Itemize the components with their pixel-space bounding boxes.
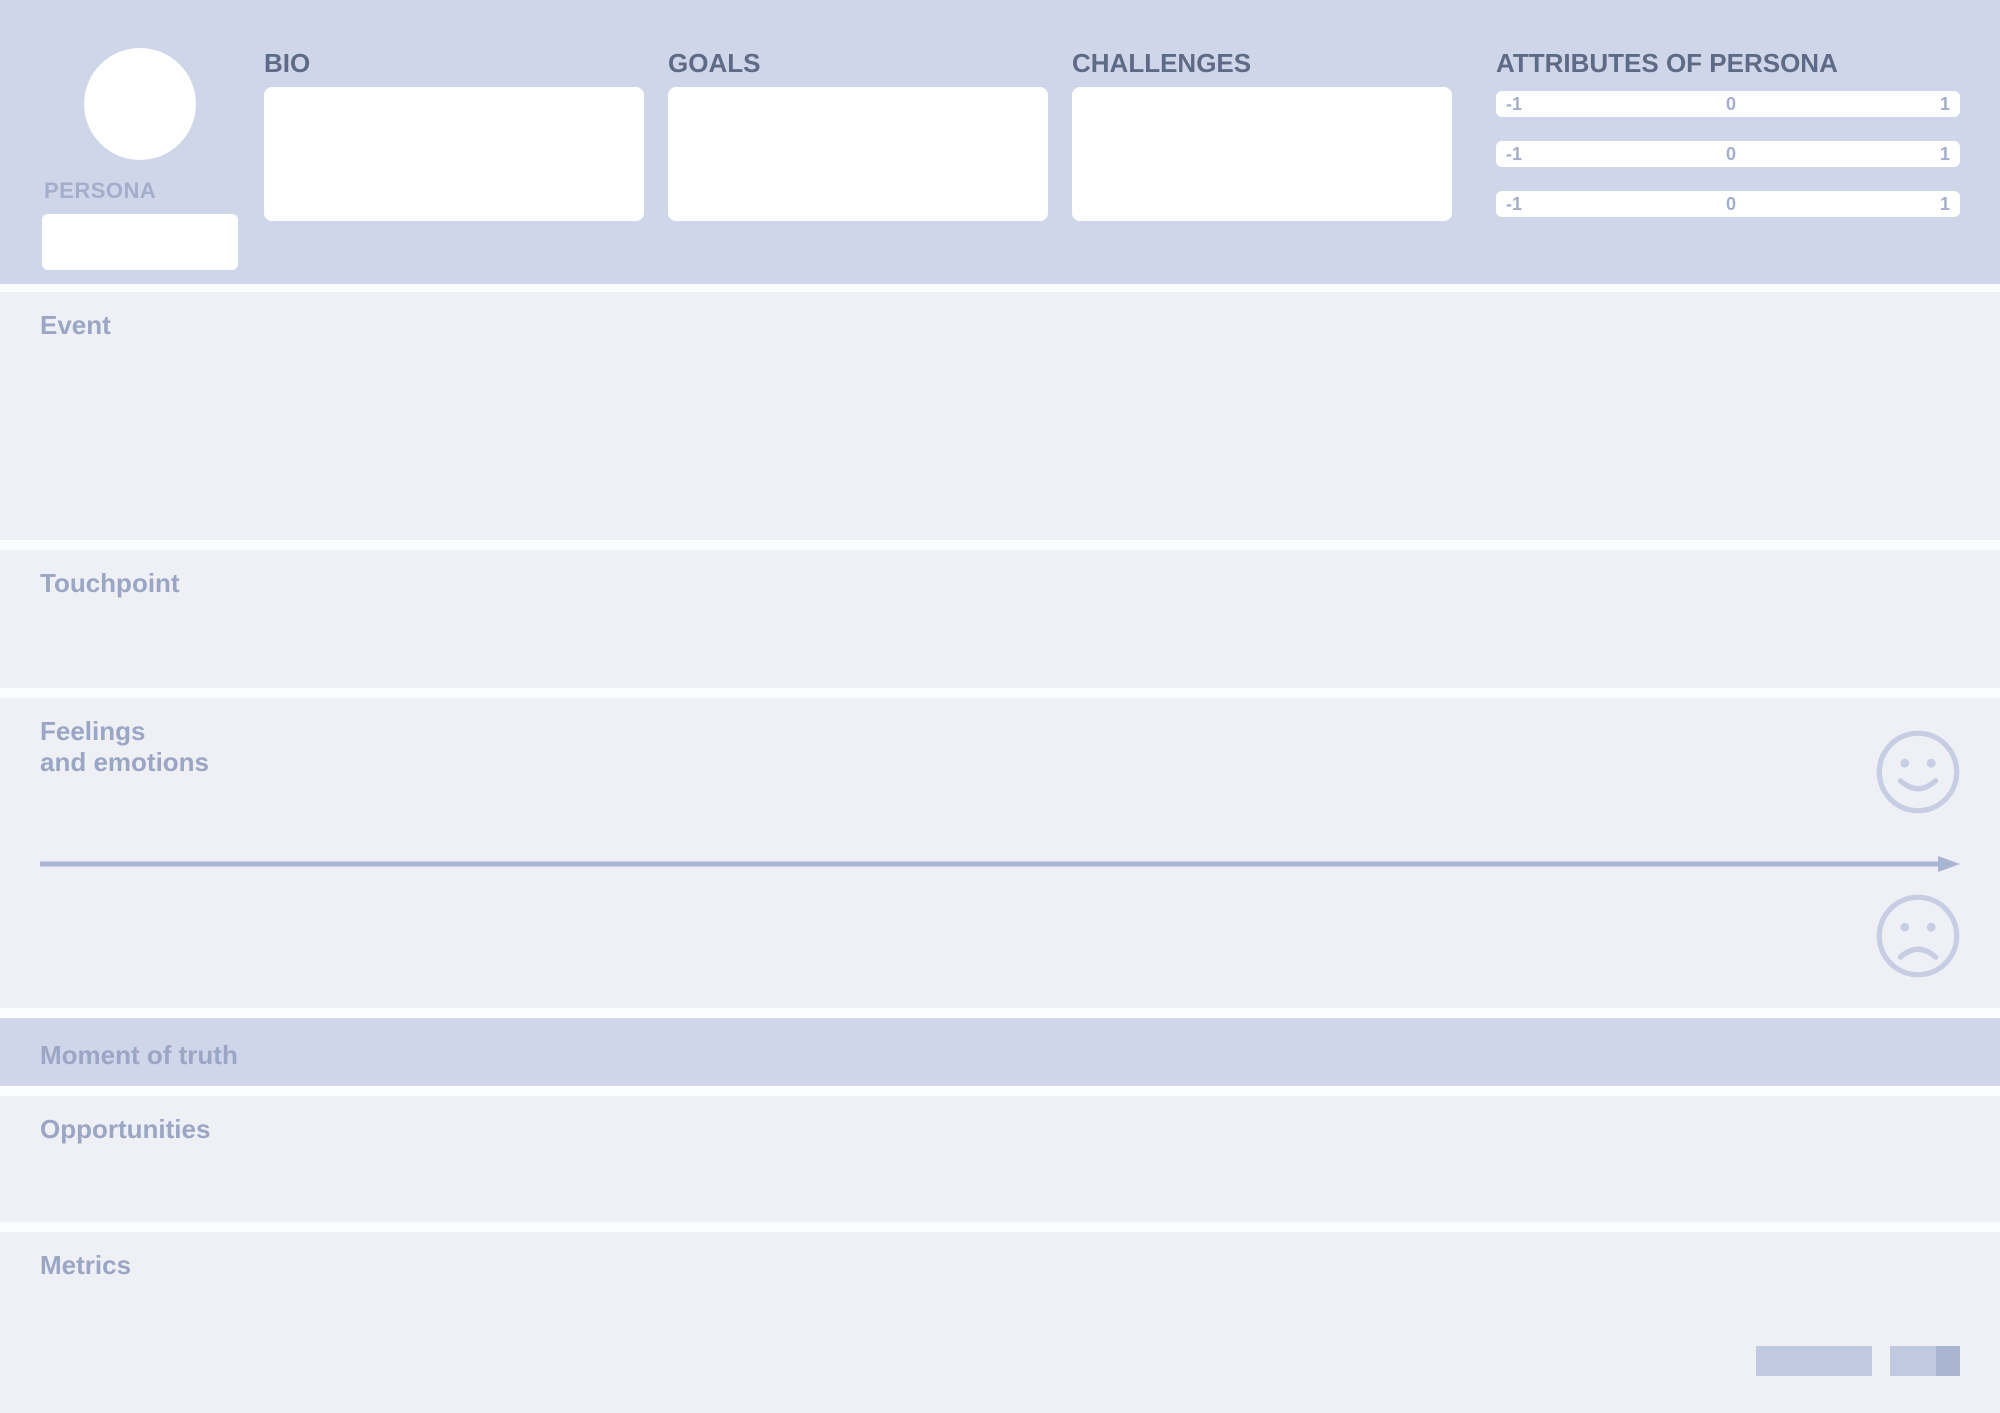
footer-block-1 <box>1756 1346 1872 1376</box>
bio-column: BIO <box>264 48 644 221</box>
goals-column: GOALS <box>668 48 1048 221</box>
scale-max: 1 <box>1940 144 1950 165</box>
persona-name-input[interactable] <box>42 214 238 270</box>
lane-metrics[interactable]: Metrics <box>0 1222 2000 1382</box>
feelings-timeline <box>40 856 1960 872</box>
lane-metrics-title: Metrics <box>40 1250 1960 1281</box>
footer-logo-blocks <box>1756 1346 1960 1376</box>
feelings-label-line2: and emotions <box>40 747 209 777</box>
challenges-label: CHALLENGES <box>1072 48 1452 79</box>
lane-opportunities-title: Opportunities <box>40 1114 1960 1145</box>
lane-moment-title: Moment of truth <box>40 1040 1960 1071</box>
scale-max: 1 <box>1940 94 1950 115</box>
footer-block-2 <box>1890 1346 1960 1376</box>
scale-min: -1 <box>1506 94 1522 115</box>
attribute-scale-2[interactable]: -1 0 1 <box>1496 141 1960 167</box>
persona-column: PERSONA <box>40 48 240 270</box>
lane-event-title: Event <box>40 310 1960 341</box>
bio-input[interactable] <box>264 87 644 221</box>
lane-event[interactable]: Event <box>0 284 2000 540</box>
persona-header: PERSONA BIO GOALS CHALLENGES ATTRIBUTES … <box>0 0 2000 284</box>
challenges-column: CHALLENGES <box>1072 48 1452 221</box>
lane-opportunities[interactable]: Opportunities <box>0 1086 2000 1222</box>
attributes-label: ATTRIBUTES OF PERSONA <box>1496 48 1960 79</box>
lane-touchpoint-title: Touchpoint <box>40 568 1960 599</box>
happy-face-icon <box>1874 728 1962 816</box>
lane-touchpoint[interactable]: Touchpoint <box>0 540 2000 688</box>
sad-face-icon <box>1874 892 1962 980</box>
feelings-label-line1: Feelings <box>40 716 145 746</box>
attribute-scale-3[interactable]: -1 0 1 <box>1496 191 1960 217</box>
journey-lanes: Event Touchpoint Feelings and emotions <box>0 284 2000 1382</box>
challenges-input[interactable] <box>1072 87 1452 221</box>
goals-input[interactable] <box>668 87 1048 221</box>
scale-min: -1 <box>1506 194 1522 215</box>
lane-feelings[interactable]: Feelings and emotions <box>0 688 2000 1008</box>
bio-label: BIO <box>264 48 644 79</box>
goals-label: GOALS <box>668 48 1048 79</box>
scale-min: -1 <box>1506 144 1522 165</box>
scale-max: 1 <box>1940 194 1950 215</box>
scale-mid: 0 <box>1726 194 1736 215</box>
attributes-column: ATTRIBUTES OF PERSONA -1 0 1 -1 0 1 -1 0… <box>1496 48 1960 217</box>
scale-mid: 0 <box>1726 94 1736 115</box>
persona-label: PERSONA <box>44 178 156 204</box>
scale-mid: 0 <box>1726 144 1736 165</box>
lane-feelings-title: Feelings and emotions <box>40 716 1960 778</box>
attribute-scale-1[interactable]: -1 0 1 <box>1496 91 1960 117</box>
persona-avatar[interactable] <box>84 48 196 160</box>
lane-moment-of-truth[interactable]: Moment of truth <box>0 1008 2000 1086</box>
